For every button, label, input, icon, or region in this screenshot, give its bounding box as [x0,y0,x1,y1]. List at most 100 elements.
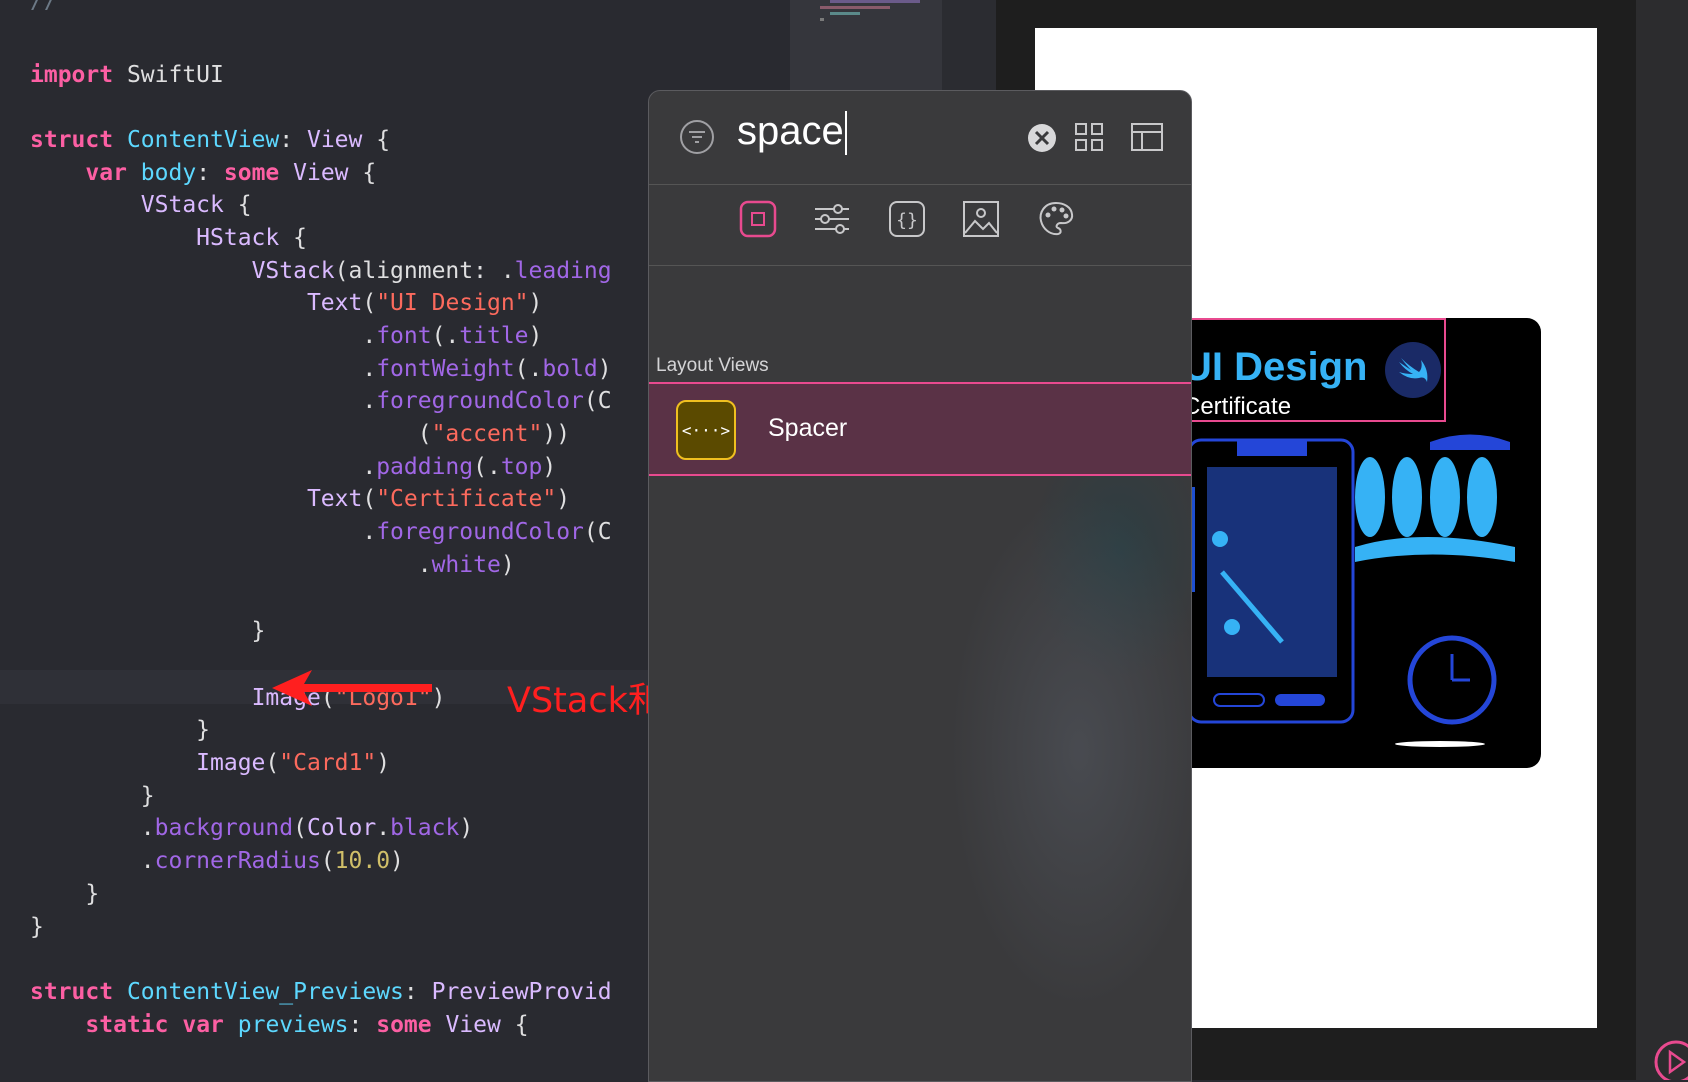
illustration-button [1275,694,1325,706]
code-line[interactable]: .foregroundColor(C [30,384,611,418]
code-token: . [30,454,377,480]
section-header: Layout Views [656,355,769,376]
illustration-tree [1392,457,1422,537]
code-token: VStack [140,192,224,218]
code-token: struct [30,127,114,153]
line-gutter-mark [0,515,10,549]
code-line[interactable]: // [30,0,58,18]
code-line[interactable]: VStack { [30,188,252,222]
code-token: } [30,717,211,743]
colors-icon[interactable] [1036,199,1076,239]
code-line[interactable]: Image("Card1") [30,746,390,780]
code-line[interactable]: } [30,713,210,747]
code-token: (. [431,323,460,349]
card-subtitle: Certificate [1183,393,1292,420]
code-line[interactable]: } [30,910,44,944]
line-gutter-mark [0,450,10,484]
code-line[interactable]: .foregroundColor(C [30,515,612,549]
code-line[interactable]: } [30,779,155,813]
code-line[interactable]: .white) [30,548,515,582]
code-line[interactable]: .cornerRadius(10.0) [30,844,404,878]
line-gutter-mark [0,779,10,813]
code-line[interactable]: .padding(.top) [30,450,556,484]
minimap[interactable] [790,0,942,90]
code-line[interactable]: static var previews: some View { [30,1008,528,1042]
code-token: leading [514,258,612,284]
code-token: . [30,323,377,349]
code-line[interactable]: struct ContentView: View { [30,123,390,157]
clear-circle-icon[interactable] [1027,123,1057,153]
line-gutter-mark [0,975,10,1009]
code-token: ( [293,815,307,841]
code-token: body [140,160,197,186]
code-token: Text [306,290,363,316]
library-search-input[interactable]: space [737,109,847,156]
code-line[interactable]: } [30,877,99,911]
illustration-tree [1430,457,1460,537]
code-token: ( [362,486,377,512]
line-gutter-mark [0,548,10,582]
code-line[interactable]: .background(Color.black) [30,811,473,845]
line-gutter-mark [0,156,10,190]
code-line[interactable]: } [30,614,266,648]
code-token: ) [556,486,571,512]
modifiers-icon[interactable] [812,199,852,239]
code-token: var [85,160,127,186]
code-token: some [223,160,280,186]
code-line[interactable]: struct ContentView_Previews: PreviewProv… [30,975,612,1009]
illustration-ground [1355,537,1515,562]
line-gutter-mark [0,877,10,911]
code-token: foregroundColor [376,519,584,545]
code-token: . [30,552,432,578]
code-token: background [154,815,294,841]
filter-circle-icon[interactable] [679,119,715,155]
views-icon[interactable] [738,199,778,239]
code-line[interactable]: .font(.title) [30,319,542,353]
line-gutter-mark [0,254,10,288]
line-gutter-mark [0,910,10,944]
code-token: . [30,848,155,874]
code-token: "accent" [431,421,543,447]
media-icon[interactable] [961,199,1001,239]
code-token: PreviewProvid [431,979,612,1005]
line-gutter-mark [0,319,10,353]
line-gutter-mark [0,0,10,18]
code-token: ) [459,815,474,841]
library-popover[interactable]: space {} Layout Views <···> Spacer [648,90,1192,1082]
detail-panel-icon[interactable] [1130,121,1164,153]
code-line[interactable]: var body: some View { [30,156,376,190]
code-line[interactable]: import SwiftUI [30,58,224,92]
library-search-bar: space [649,91,1191,185]
swift-logo-icon [1385,342,1441,398]
popover-glow [949,491,1191,1011]
code-token: : [348,1012,377,1038]
illustration-screen [1207,467,1337,677]
live-preview-icon[interactable] [1636,0,1688,1080]
code-token: struct [30,979,114,1005]
code-line[interactable]: ("accent")) [30,417,570,451]
code-line[interactable]: .fontWeight(.bold) [30,352,611,386]
library-result-spacer[interactable]: <···> Spacer [649,382,1191,476]
line-gutter-mark [0,614,10,648]
code-token: var [182,1012,224,1038]
line-gutter-mark [0,123,10,157]
code-line[interactable]: Text("Certificate") [30,482,570,516]
search-value: space [737,109,844,153]
grid-view-icon[interactable] [1073,121,1105,153]
code-token: static [85,1012,169,1038]
code-token: ) [528,290,543,316]
line-gutter-mark [0,713,10,747]
code-line[interactable]: VStack(alignment: .leading [30,254,612,288]
code-token: (C [583,519,612,545]
code-line[interactable]: HStack { [30,221,307,255]
code-token: . [30,356,377,382]
code-line[interactable]: Text("UI Design") [30,286,542,320]
illustration-pin [1224,619,1240,635]
code-token: title [459,323,529,349]
snippets-icon[interactable]: {} [887,199,927,239]
code-token: previews [237,1012,349,1038]
